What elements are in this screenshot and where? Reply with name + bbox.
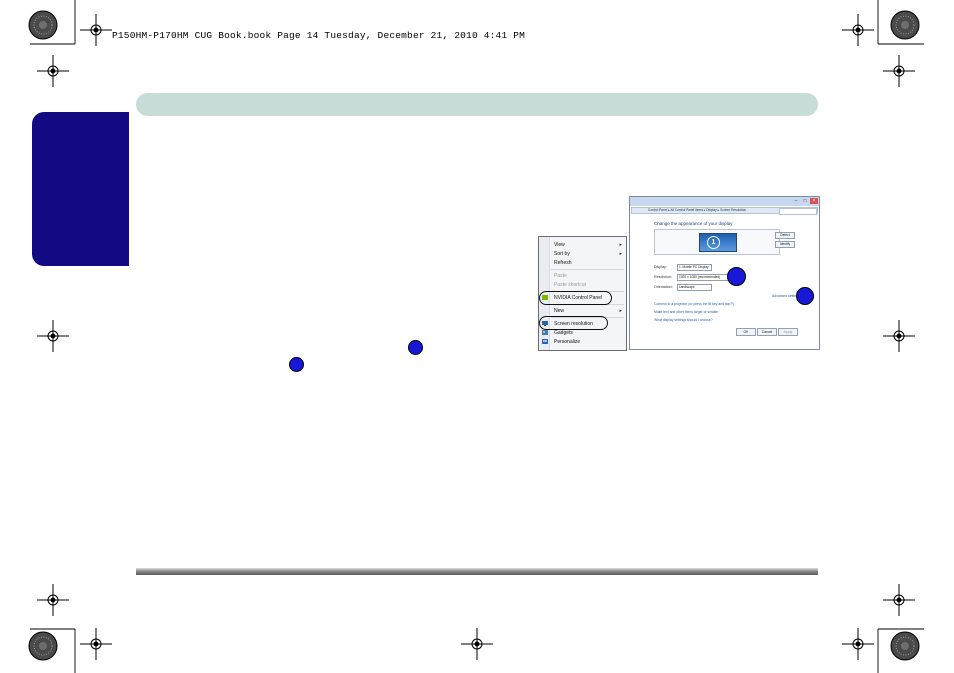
menu-item-view[interactable]: View [554, 242, 565, 248]
menu-item-sort-by[interactable]: Sort by [554, 251, 570, 257]
maximize-icon[interactable]: □ [801, 198, 809, 204]
ok-button[interactable]: OK [736, 328, 756, 336]
minimize-icon[interactable]: – [792, 198, 800, 204]
identify-button[interactable]: Identify [775, 241, 795, 248]
display-label: Display: [654, 265, 667, 269]
address-path: Control Panel ▸ All Control Panel Items … [648, 208, 747, 212]
cancel-button[interactable]: Cancel [757, 328, 777, 336]
text-size-link[interactable]: Make text and other items larger or smal… [654, 310, 718, 314]
menu-item-gadgets[interactable]: Gadgets [554, 330, 573, 336]
page-title: Change the appearance of your display [654, 221, 733, 226]
search-input[interactable] [779, 208, 817, 215]
print-header: P150HM-P170HM CUG Book.book Page 14 Tues… [112, 30, 526, 41]
display-select[interactable]: 1. Mobile PC Display [677, 264, 712, 271]
highlight-oval [539, 291, 612, 305]
screen-resolution-window: – □ × Control Panel ▸ All Control Panel … [629, 196, 820, 350]
personalize-icon [542, 339, 548, 344]
display-settings-help-link[interactable]: What display settings should I choose? [654, 318, 713, 322]
callout-badge [796, 287, 814, 305]
callout-badge [727, 267, 746, 286]
menu-separator [551, 269, 624, 270]
language-side-tab [32, 112, 129, 266]
callout-badge [408, 340, 423, 355]
desktop-context-menu: View ▸ Sort by ▸ Refresh Paste Paste sho… [538, 236, 627, 351]
resolution-label: Resolution: [654, 275, 672, 279]
menu-item-paste-shortcut[interactable]: Paste shortcut [554, 282, 586, 288]
section-header-band [136, 93, 818, 116]
menu-item-personalize[interactable]: Personalize [554, 339, 580, 345]
menu-item-paste[interactable]: Paste [554, 273, 567, 279]
submenu-arrow-icon: ▸ [619, 308, 622, 314]
highlight-oval [539, 316, 608, 330]
detect-button[interactable]: Detect [775, 232, 795, 239]
submenu-arrow-icon: ▸ [619, 251, 622, 257]
menu-item-refresh[interactable]: Refresh [554, 260, 572, 266]
submenu-arrow-icon: ▸ [619, 242, 622, 248]
orientation-select[interactable]: Landscape [677, 284, 712, 291]
menu-item-new[interactable]: New [554, 308, 564, 314]
monitor-number: 1 [707, 236, 720, 249]
callout-badge [289, 357, 304, 372]
footer-rule [136, 568, 818, 575]
resolution-select[interactable]: 1920 × 1080 (recommended) [677, 274, 730, 281]
close-icon[interactable]: × [810, 198, 818, 204]
orientation-label: Orientation: [654, 285, 673, 289]
gadgets-icon [542, 330, 548, 335]
window-titlebar: – □ × [630, 197, 819, 206]
projector-link[interactable]: Connect to a projector (or press the ⊞ k… [654, 302, 734, 306]
apply-button[interactable]: Apply [778, 328, 798, 336]
